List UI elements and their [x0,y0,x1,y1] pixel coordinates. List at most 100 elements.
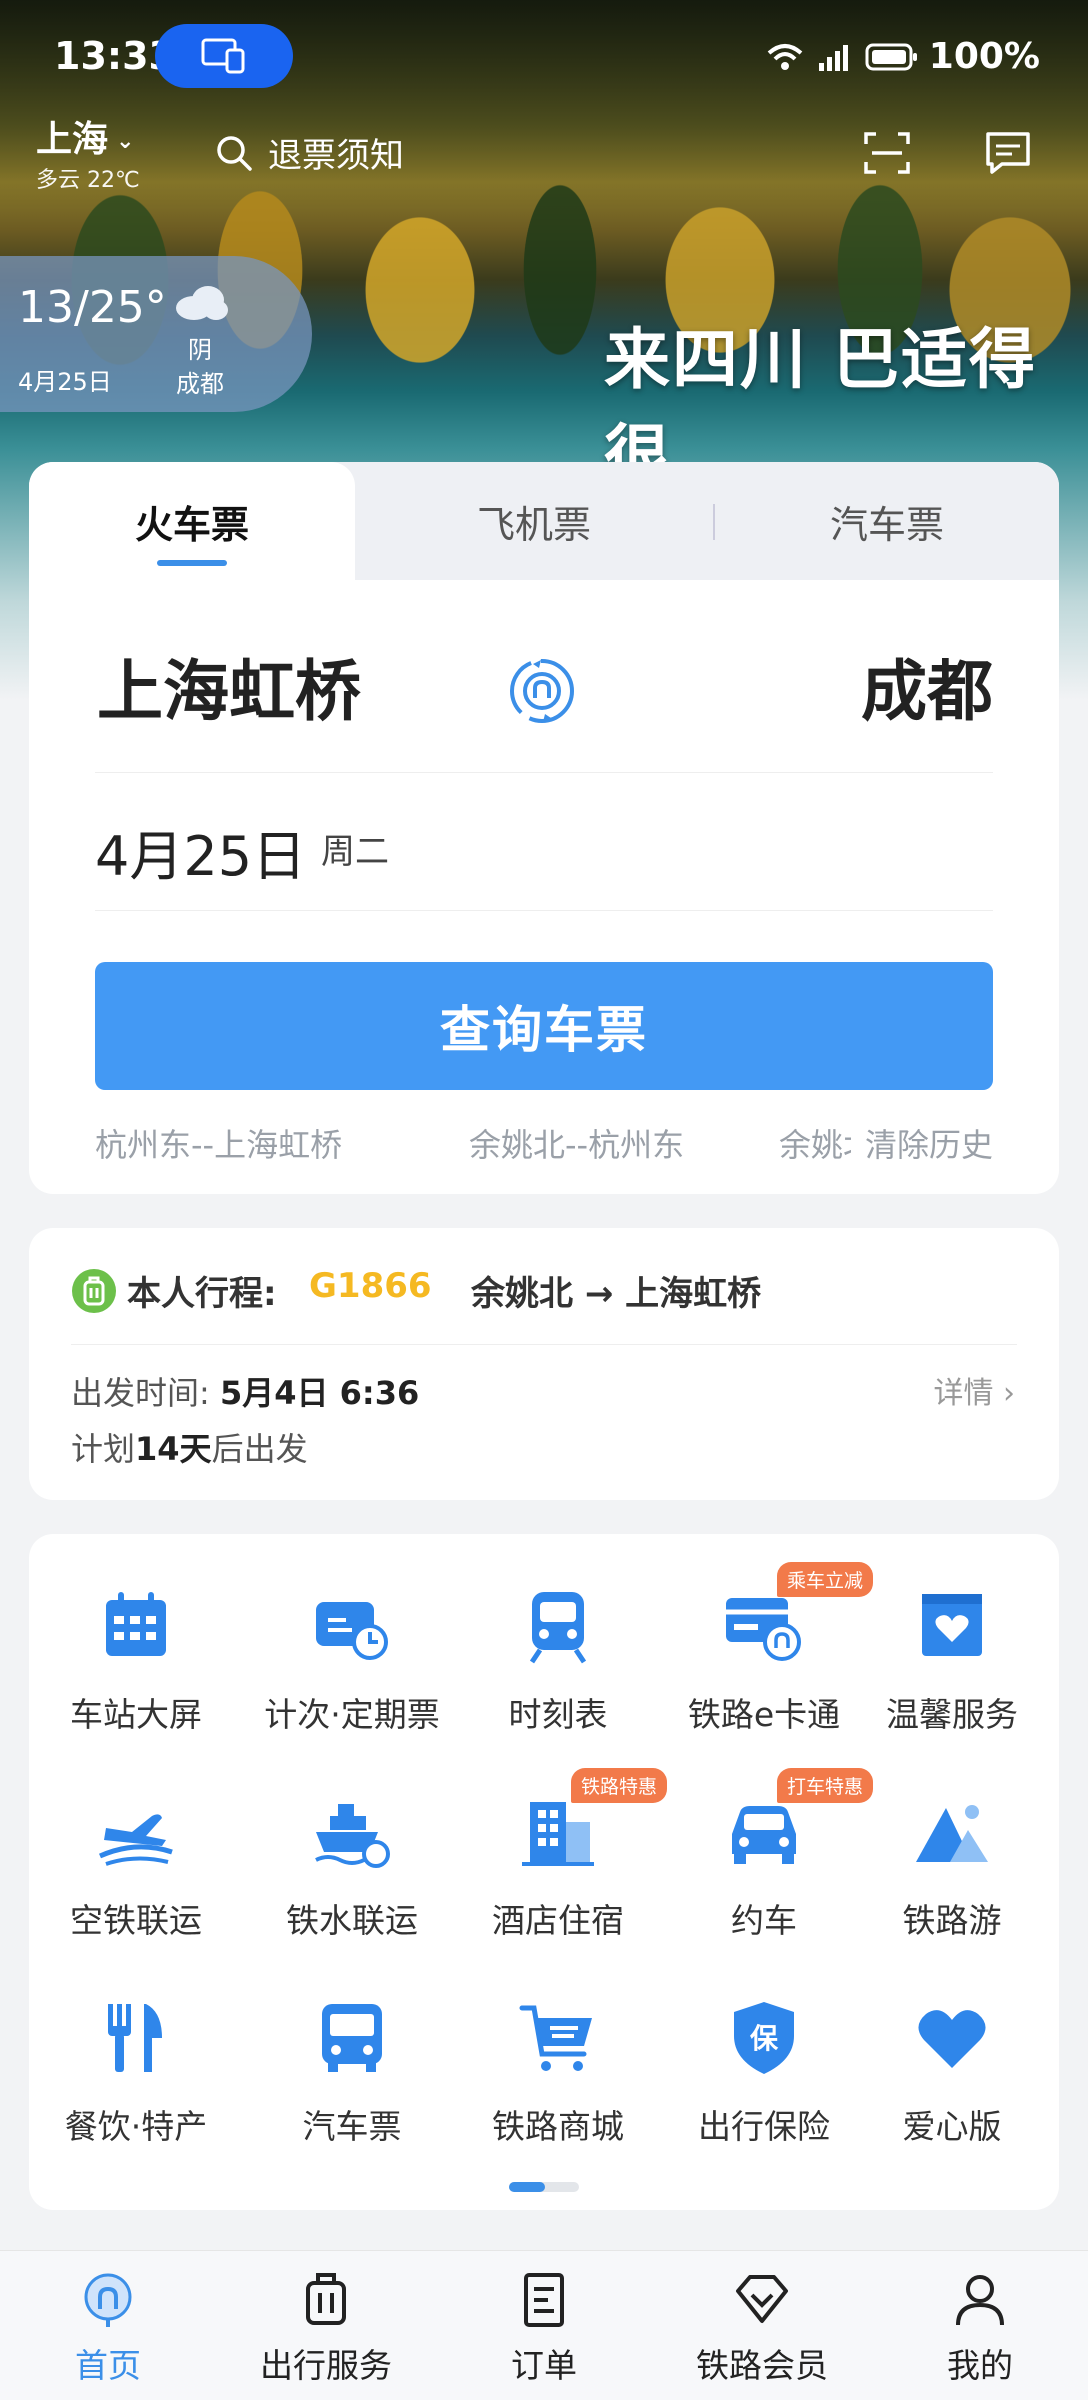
page-indicator-active [509,2182,545,2192]
train-number: G1866 [309,1266,432,1306]
service-care[interactable]: 温馨服务 [849,1586,1055,1736]
service-ticket-plan[interactable]: 计次·定期票 [249,1586,455,1736]
divider [95,910,993,911]
service-station-screen[interactable]: 车站大屏 [33,1586,239,1736]
tab-train[interactable]: 火车票 [29,462,355,580]
service-hotel[interactable]: 铁路特惠 酒店住宿 [455,1768,668,1942]
service-air-rail[interactable]: 空铁联运 [33,1792,239,1942]
chevron-down-icon: ⌄ [116,128,135,154]
service-rail-water[interactable]: 铁水联运 [249,1792,455,1942]
heart-box-icon [922,1594,982,1656]
search-history: 杭州东--上海虹桥 余姚北--杭州东 余姚北 清除历史 [95,1120,993,1166]
service-label: 车站大屏 [70,1695,202,1734]
to-station[interactable]: 成都 [861,638,993,734]
nav-label: 出行服务 [260,2346,392,2385]
cloud-icon [176,286,228,320]
history-item[interactable]: 杭州东--上海虹桥 [95,1120,342,1166]
nav-label: 订单 [511,2346,577,2385]
tab-flight[interactable]: 飞机票 [355,462,713,580]
page-indicator [509,2182,579,2192]
service-rail-travel[interactable]: 铁路游 [849,1792,1055,1942]
tab-train-label: 火车票 [134,502,249,547]
service-insurance[interactable]: 保 出行保险 [661,1998,867,2148]
weather-city: 成都 [176,370,224,398]
ship-icon [315,1804,390,1868]
mountain-icon [916,1805,988,1862]
service-bus[interactable]: 汽车票 [249,1998,455,2148]
screencast-pill[interactable] [155,24,293,88]
city-weather: 多云 22℃ [36,168,140,193]
service-label: 约车 [731,1901,797,1940]
history-item[interactable]: 余姚北--杭州东 [469,1120,684,1166]
service-label: 铁路商城 [492,2107,624,2146]
service-mall[interactable]: 铁路商城 [455,1998,661,2148]
plan-prefix: 计划 [71,1430,136,1468]
city-name: 上海 [36,119,109,160]
nav-mine[interactable]: 我的 [880,2269,1080,2387]
weather-badge[interactable]: 13/25° 4月25日 阴 成都 [0,256,312,412]
status-right: 100% [765,36,1040,77]
weather-condition: 阴 [188,336,212,364]
heart-icon [918,2010,986,2068]
nav-orders[interactable]: 订单 [444,2269,644,2387]
service-label: 温馨服务 [886,1695,1018,1734]
from-station[interactable]: 上海虹桥 [97,638,361,734]
wifi-icon [767,43,803,70]
weather-temp: 13/25° [18,282,167,333]
search-icon [217,135,252,171]
order-icon [524,2273,564,2327]
scan-icon[interactable] [862,128,912,178]
swap-icon[interactable] [505,654,579,728]
luggage-icon [72,1268,116,1313]
service-car[interactable]: 打车特惠 约车 [661,1768,874,1942]
plan-suffix: 后出发 [211,1430,308,1468]
trip-detail-link[interactable]: 详情 › [933,1368,1015,1412]
clear-history-button[interactable]: 清除历史 [850,1120,993,1166]
divider [95,772,993,773]
service-label: 酒店住宿 [492,1901,624,1940]
service-food[interactable]: 餐饮·特产 [33,1998,239,2148]
chevron-right-icon: › [993,1376,1015,1411]
nav-travel-service[interactable]: 出行服务 [226,2269,426,2387]
nav-label: 铁路会员 [696,2346,828,2385]
station-screen-icon [106,1592,166,1656]
service-label: 铁路游 [902,1901,1002,1940]
query-tickets-button[interactable]: 查询车票 [95,962,993,1090]
search-bar[interactable]: 退票须知 [214,128,404,177]
tab-flight-label: 飞机票 [476,502,591,547]
trip-route: 余姚北 → 上海虹桥 [471,1274,762,1314]
service-ecard[interactable]: 乘车立减 铁路e卡通 [661,1562,874,1736]
user-icon [956,2275,1004,2326]
city-selector[interactable]: 上海 ⌄ [36,110,134,162]
home-rail-icon [84,2273,132,2327]
travel-date[interactable]: 4月25日 [95,812,306,891]
fork-knife-icon [108,2004,162,2072]
service-timetable[interactable]: 时刻表 [455,1586,661,1736]
luggage-icon [306,2273,346,2325]
service-label: 餐饮·特产 [64,2107,208,2146]
service-label: 出行保险 [698,2107,830,2146]
diamond-icon [736,2275,788,2323]
ticket-clock-icon [316,1602,388,1660]
service-label: 铁水联运 [286,1901,418,1940]
train-icon [529,1592,587,1664]
nav-home[interactable]: 首页 [8,2269,208,2387]
message-icon[interactable] [982,128,1034,178]
service-care-mode[interactable]: 爱心版 [849,1998,1055,2148]
service-label: 空铁联运 [70,1901,202,1940]
service-label: 爱心版 [902,2107,1002,2146]
ecard-icon [726,1598,801,1661]
trip-tag: 本人行程: [71,1266,277,1315]
booking-card: 火车票 飞机票 汽车票 上海虹桥 成都 4月25日 周二 查询车票 杭州东--上… [29,462,1059,1194]
nav-label: 我的 [947,2346,1013,2385]
nav-membership[interactable]: 铁路会员 [662,2269,862,2387]
bottom-nav: 首页 出行服务 订单 铁路会员 我的 [0,2250,1088,2400]
trip-card[interactable]: 本人行程: G1866 余姚北 → 上海虹桥 出发时间: 5月4日 6:36 详… [29,1228,1059,1500]
tab-underline [157,560,227,566]
battery-percent: 100% [928,36,1040,77]
bus-icon [322,2004,382,2072]
tab-bus-label: 汽车票 [829,502,944,547]
tab-bus[interactable]: 汽车票 [715,462,1059,580]
signal-icon [818,44,848,71]
svg-text:保: 保 [750,2022,779,2055]
